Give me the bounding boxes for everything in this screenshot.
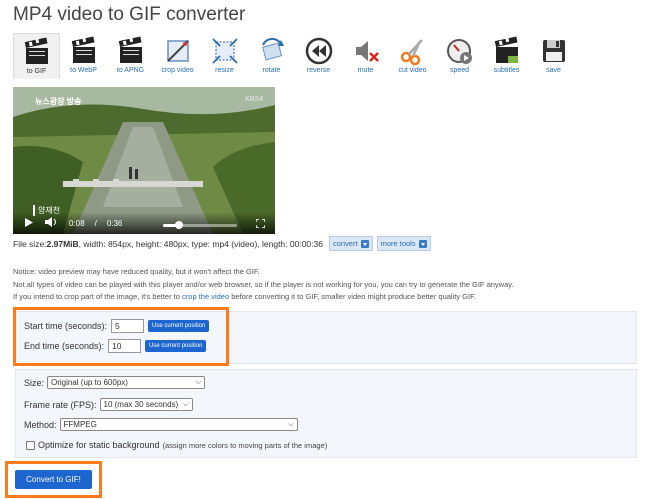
method-select-value: FFMPEG [63,420,97,429]
video-player[interactable]: 뉴스광장 방송 KBS4 양재천 0:08 / 0:36 [13,87,275,234]
highlight-box: Convert to GIF! [5,461,102,498]
tool-to-webp[interactable]: to WebP [60,33,107,79]
optimize-checkbox[interactable] [26,440,35,450]
fps-label: Frame rate (FPS): [24,399,97,410]
duration: 0:36 [106,218,123,228]
channel-logo: KBS4 [245,96,263,103]
file-info: File size: 2.97MiB , width: 854px, heigh… [13,236,431,251]
fps-select[interactable]: 10 (max 30 seconds) ⌵ [99,398,193,411]
tool-label: rotate [262,67,281,74]
convert-dropdown-label: convert [332,239,358,248]
file-info-prefix: File size: [13,238,47,249]
time-separator: / [94,218,97,228]
seek-handle[interactable] [175,221,184,229]
resize-icon [211,38,238,64]
end-time-row: End time (seconds): 10 Use current posit… [24,339,207,353]
method-select[interactable]: FFMPEG ⌵ [59,418,298,431]
tool-label: cut video [398,67,427,74]
tool-to-gif[interactable]: to GIF [13,33,60,79]
tool-label: mute [357,67,374,74]
speedometer-icon [446,39,472,64]
highlight-box [13,307,229,366]
chevron-down-icon: ⌵ [288,420,294,428]
scissors-icon [400,39,423,66]
clapperboard-icon [494,36,518,63]
volume-icon[interactable] [45,217,57,229]
optimize-row: Optimize for static background (assign m… [26,440,327,450]
size-row: Size: Original (up to 600px) ⌵ [24,376,206,389]
tool-label: to WebP [70,67,97,74]
start-time-row: Start time (seconds): 5 Use current posi… [24,319,210,333]
use-current-position-button[interactable]: Use current position [148,320,210,332]
tool-mute[interactable]: mute [342,33,389,79]
start-time-label: Start time (seconds): [24,321,108,331]
fps-select-value: 10 (max 30 seconds) [103,400,179,409]
clapperboard-icon [24,37,48,64]
size-select-value: Original (up to 600px) [51,378,128,387]
floppy-disk-icon [542,40,565,62]
chevron-down-icon: ⌵ [195,378,202,386]
broadcast-logo: 뉴스광장 방송 [35,97,82,106]
notice-text: If you intend to crop part of the image,… [13,292,183,301]
rotate-icon [261,37,284,61]
clapperboard-icon [71,36,95,63]
method-label: Method: [24,419,57,430]
rewind-icon [305,37,332,65]
more-tools-label: more tools [380,239,416,248]
notice: Notice: video preview may have reduced q… [13,266,643,304]
current-time: 0:08 [69,218,85,228]
tool-label: subtitles [493,67,520,74]
play-icon[interactable] [25,217,33,229]
tool-label: to APNG [116,67,145,74]
more-tools-button[interactable]: more tools [376,236,431,251]
end-time-label: End time (seconds): [24,341,105,351]
size-select[interactable]: Original (up to 600px) ⌵ [47,376,206,389]
page-title: MP4 video to GIF converter [13,4,246,25]
notice-line: Not all types of video can be played wit… [13,279,514,289]
tool-label: save [546,67,561,74]
tool-rotate[interactable]: rotate [248,33,295,79]
tool-reverse[interactable]: reverse [295,33,342,79]
method-row: Method: FFMPEG ⌵ [24,418,298,431]
video-controls: 0:08 / 0:36 [13,212,275,234]
tool-label: crop video [161,67,194,74]
tool-to-apng[interactable]: to APNG [107,33,154,79]
tool-speed[interactable]: speed [436,33,483,79]
convert-dropdown-button[interactable]: convert [328,236,373,251]
crop-icon [166,40,189,62]
start-time-input[interactable]: 5 [111,319,145,333]
use-current-position-button[interactable]: Use current position [145,340,207,352]
tool-subtitles[interactable]: subtitles [483,33,530,79]
tool-cut-video[interactable]: cut video [389,33,436,79]
optimize-hint: (assign more colors to moving parts of t… [162,440,328,450]
tool-crop-video[interactable]: crop video [154,33,201,79]
tool-label: reverse [306,67,331,74]
end-time-input[interactable]: 10 [108,339,142,353]
fps-row: Frame rate (FPS): 10 (max 30 seconds) ⌵ [24,398,193,411]
chevron-down-icon: ⌵ [183,400,189,408]
tool-label: to GIF [26,68,47,75]
tool-label: speed [449,67,470,74]
tool-label: resize [215,67,234,74]
clapperboard-icon [118,36,142,63]
tool-toolbar: to GIF to WebP to APNG crop video resize… [13,33,577,79]
optimize-label[interactable]: Optimize for static background [38,440,160,450]
notice-line: Notice: video preview may have reduced q… [13,267,260,276]
download-arrow-icon [360,239,369,248]
notice-text: before converting it to GIF, smaller vid… [229,292,476,301]
fullscreen-icon[interactable] [255,218,266,230]
seek-bar[interactable] [163,221,237,229]
tool-save[interactable]: save [530,33,577,79]
file-size: 2.97MiB [46,238,79,249]
file-info-details: , width: 854px, height: 480px, type: mp4… [78,238,323,249]
crop-video-link[interactable]: crop the video [182,292,229,301]
tool-resize[interactable]: resize [201,33,248,79]
download-arrow-icon [418,239,427,248]
notice-line: If you intend to crop part of the image,… [13,291,643,304]
convert-to-gif-button[interactable]: Convert to GIF! [15,470,92,489]
size-label: Size: [24,377,45,388]
mute-icon [355,41,379,62]
